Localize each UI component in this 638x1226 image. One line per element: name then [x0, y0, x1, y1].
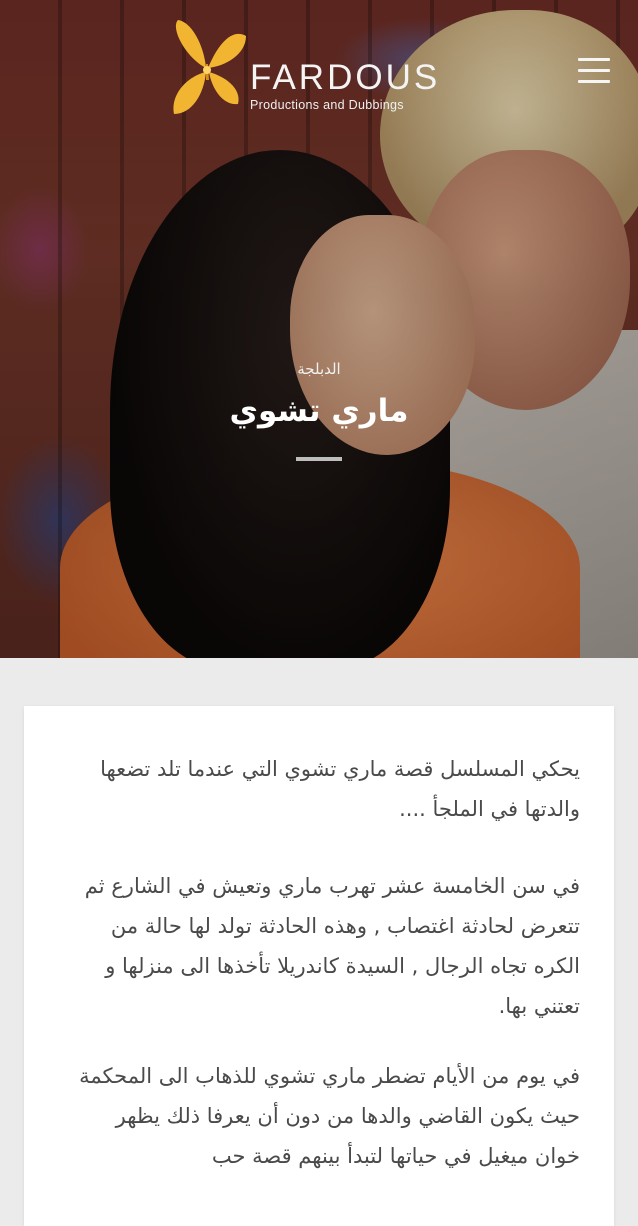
hamburger-menu-icon[interactable]	[578, 58, 612, 84]
brand-tagline: Productions and Dubbings	[250, 98, 404, 112]
site-logo[interactable]: FARDOUS Productions and Dubbings	[166, 18, 446, 123]
title-divider	[296, 457, 342, 461]
article-paragraph-3: في يوم من الأيام تضطر ماري تشوي للذهاب ا…	[79, 1064, 580, 1168]
article-paragraph-2: في سن الخامسة عشر تهرب ماري وتعيش في الش…	[84, 874, 580, 1018]
brand-name: FARDOUS	[250, 58, 441, 97]
page-title: ماري تشوي	[229, 393, 409, 429]
butterfly-icon	[173, 20, 246, 114]
article-card: يحكي المسلسل قصة ماري تشوي التي عندما تل…	[24, 706, 614, 1226]
hero-banner: FARDOUS Productions and Dubbings الدبلجة…	[0, 0, 638, 658]
hero-category: الدبلجة	[297, 360, 341, 378]
article-paragraph-1: يحكي المسلسل قصة ماري تشوي التي عندما تل…	[100, 757, 580, 821]
